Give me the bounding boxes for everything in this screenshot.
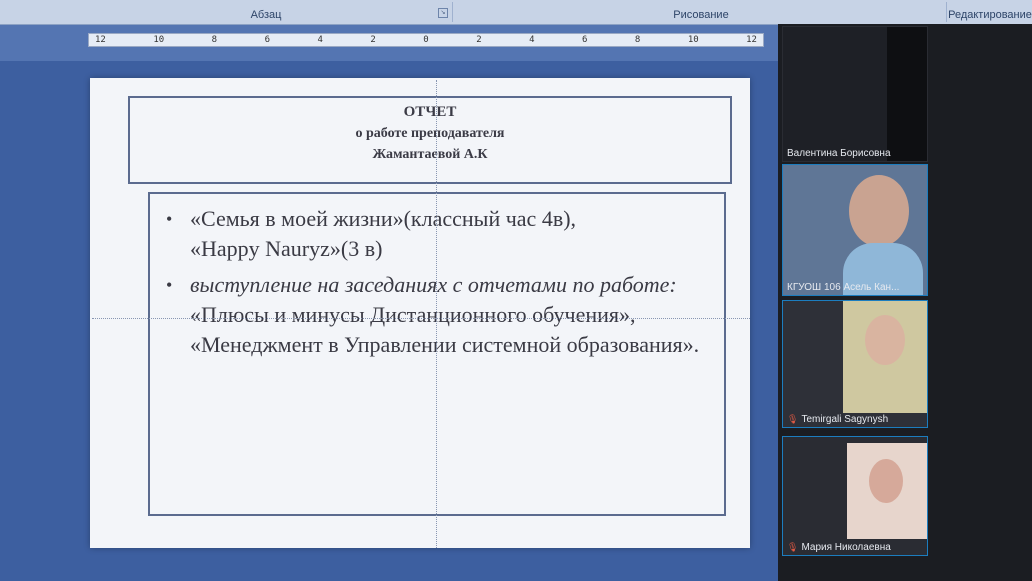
slide-title: ОТЧЕТ [403,104,457,120]
participant-tile[interactable]: 🎙 Мария Николаевна [782,436,928,556]
ribbon-group-label: Абзац [250,9,282,21]
bullet-item: • «Семья в моей жизни»(классный час 4в),… [166,204,714,264]
participant-video [869,459,903,503]
horizontal-ruler[interactable]: 12 10 8 6 4 2 0 2 4 6 8 10 12 [88,33,764,47]
bullet-icon: • [166,275,173,295]
ruler-mark: 0 [423,35,429,45]
video-call-panel: Валентина Борисовна КГУОШ 106 Асель Кан.… [778,24,1032,581]
participant-video [849,175,909,247]
ribbon-group-label: Редактирование [948,9,1032,21]
ruler-mark: 6 [264,35,270,45]
title-placeholder[interactable]: ОТЧЕТ о работе преподавателя Жамантаевой… [128,96,732,184]
ribbon-group-paragraph[interactable]: Абзац [80,2,453,22]
bullet-item: • выступление на заседаниях с отчетами п… [166,270,714,360]
participant-name: КГУОШ 106 Асель Кан... [787,282,900,293]
ruler-mark: 10 [153,35,165,45]
participant-name: Валентина Борисовна [787,148,891,159]
slide-canvas[interactable]: ОТЧЕТ о работе преподавателя Жамантаевой… [90,78,750,548]
ruler-mark: 4 [529,35,535,45]
participant-tile[interactable]: Валентина Борисовна [782,26,928,162]
content-placeholder[interactable]: • «Семья в моей жизни»(классный час 4в),… [148,192,726,516]
ruler-mark: 8 [211,35,218,45]
ruler-mark: 6 [582,35,588,45]
bullet-text-line: «Семья в моей жизни»(классный час 4в), [190,206,577,231]
bullet-text-line: «Happy Nauryz»(3 в) [190,236,383,261]
bullet-text: «Плюсы и минусы Дистанционного обучения»… [190,302,700,357]
bullet-italic-text: выступление на заседаниях с отчетами по … [190,272,677,297]
paragraph-dialog-launcher-icon[interactable]: ↘ [438,8,448,18]
participant-tile[interactable]: КГУОШ 106 Асель Кан... [782,164,928,296]
ruler-mark: 2 [476,35,482,45]
ruler-mark: 10 [687,35,699,45]
participant-name: 🎙 Temirgali Sagynysh [787,414,889,425]
slide-subtitle-line: Жамантаевой А.К [372,147,488,162]
ruler-mark: 4 [317,35,323,45]
ruler-mark: 2 [370,35,376,45]
ribbon-group-label: Рисование [673,9,729,21]
ribbon-group-drawing[interactable]: Рисование [456,2,947,22]
ribbon-group-editing[interactable]: Редактирование [948,2,1032,22]
mic-muted-icon: 🎙 [787,542,799,552]
ruler-mark: 8 [634,35,641,45]
participant-video [865,315,905,365]
bullet-icon: • [166,209,173,229]
ribbon: Абзац ↘ Рисование Редактирование [0,0,1032,25]
participant-tile[interactable]: 🎙 Temirgali Sagynysh [782,300,928,428]
mic-muted-icon: 🎙 [787,414,799,424]
vertical-guide[interactable] [436,80,437,548]
ruler-mark: 12 [95,35,106,45]
ruler-mark: 12 [746,35,757,45]
horizontal-guide[interactable] [92,318,750,319]
slide-subtitle-line: о работе преподавателя [355,126,505,141]
participant-name: 🎙 Мария Николаевна [787,542,891,553]
